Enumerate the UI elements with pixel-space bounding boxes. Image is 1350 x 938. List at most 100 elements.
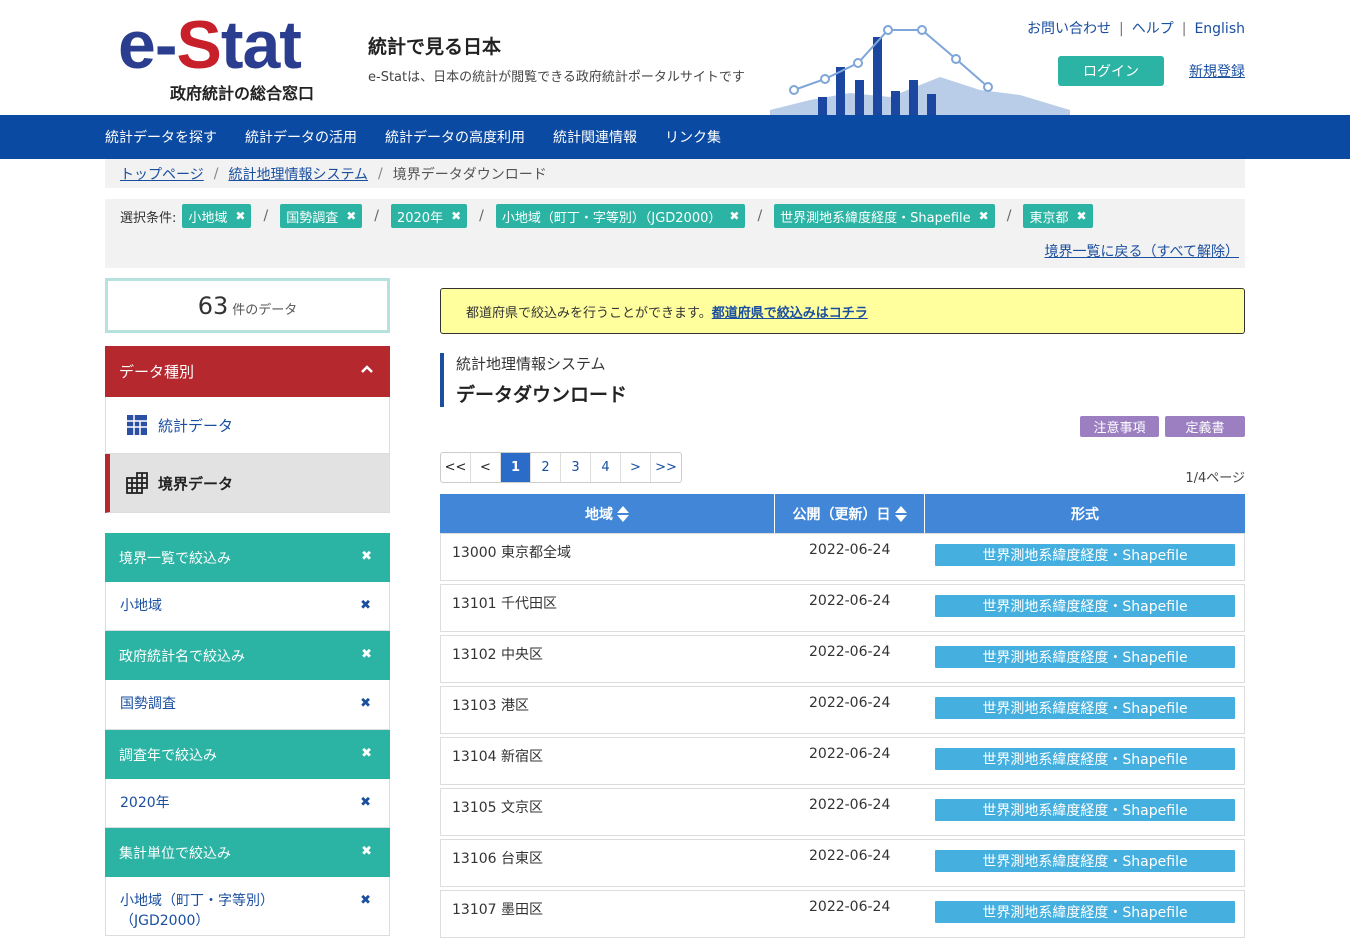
breadcrumb: トップページ / 統計地理情報システム / 境界データダウンロード bbox=[105, 159, 1245, 188]
data-type-header[interactable]: データ種別 bbox=[105, 346, 390, 397]
data-type-statistics[interactable]: 統計データ bbox=[105, 397, 390, 454]
nav-advanced-usage[interactable]: 統計データの高度利用 bbox=[385, 127, 525, 147]
row-area: 13107 墨田区 bbox=[452, 902, 543, 918]
nav-links[interactable]: リンク集 bbox=[665, 127, 721, 147]
english-link[interactable]: English bbox=[1194, 21, 1245, 37]
site-title: 統計で見る日本 bbox=[368, 36, 502, 58]
page-last[interactable]: >> bbox=[651, 453, 681, 482]
logo-mark: e-Stat bbox=[118, 7, 302, 83]
remove-icon: ✖ bbox=[729, 209, 740, 223]
nav-data-usage[interactable]: 統計データの活用 bbox=[245, 127, 357, 147]
download-format-button[interactable]: 世界測地系緯度経度・Shapefile bbox=[935, 697, 1235, 719]
page-prev[interactable]: < bbox=[471, 453, 501, 482]
table-row: 13000 東京都全域 2022-06-24 世界測地系緯度経度・Shapefile bbox=[440, 533, 1245, 581]
utility-links: お問い合わせ | ヘルプ | English bbox=[1027, 21, 1245, 37]
count-unit: 件のデータ bbox=[232, 303, 298, 318]
row-area: 13000 東京都全域 bbox=[452, 545, 571, 561]
close-icon: ✖ bbox=[361, 647, 372, 662]
table-row: 13103 港区 2022-06-24 世界測地系緯度経度・Shapefile bbox=[440, 686, 1245, 734]
table-header: 地域 公開（更新）日 形式 bbox=[440, 494, 1245, 533]
filter-value[interactable]: 小地域（町丁・字等別）（JGD2000） ✖ bbox=[105, 877, 390, 936]
grid-icon bbox=[126, 472, 148, 494]
table-row: 13107 墨田区 2022-06-24 世界測地系緯度経度・Shapefile bbox=[440, 890, 1245, 938]
filter-header-unit[interactable]: 集計単位で絞込み ✖ bbox=[105, 828, 390, 877]
page-first[interactable]: << bbox=[441, 453, 471, 482]
page-1[interactable]: 1 bbox=[501, 453, 531, 482]
nav-related-info[interactable]: 統計関連情報 bbox=[553, 127, 637, 147]
selection-conditions: 選択条件: 小地域 ✖ / 国勢調査 ✖ / 2020年 ✖ / 小地域（町丁・字等別… bbox=[105, 199, 1245, 268]
close-icon: ✖ bbox=[360, 795, 371, 810]
condition-chip[interactable]: 東京都 ✖ bbox=[1023, 204, 1093, 228]
sort-icon bbox=[894, 505, 907, 523]
breadcrumb-gis[interactable]: 統計地理情報システム bbox=[228, 164, 368, 184]
system-label: 統計地理情報システム bbox=[456, 355, 606, 373]
remove-icon: ✖ bbox=[235, 209, 246, 223]
back-to-list-link[interactable]: 境界一覧に戻る（すべて解除） bbox=[1045, 241, 1239, 261]
page-heading: 統計地理情報システム データダウンロード bbox=[440, 353, 627, 407]
column-area[interactable]: 地域 bbox=[440, 494, 775, 533]
table-row: 13101 千代田区 2022-06-24 世界測地系緯度経度・Shapefile bbox=[440, 584, 1245, 632]
page-2[interactable]: 2 bbox=[531, 453, 561, 482]
row-date: 2022-06-24 bbox=[809, 746, 891, 762]
download-format-button[interactable]: 世界測地系緯度経度・Shapefile bbox=[935, 595, 1235, 617]
filter-value[interactable]: 国勢調査 ✖ bbox=[105, 680, 390, 730]
site-header: e-Stat 政府統計の総合窓口 統計で見る日本 e-Statは、日本の統計が閲… bbox=[0, 0, 1350, 115]
register-link[interactable]: 新規登録 bbox=[1189, 61, 1245, 81]
row-date: 2022-06-24 bbox=[809, 542, 891, 558]
row-area: 13101 千代田区 bbox=[452, 596, 557, 612]
column-date[interactable]: 公開（更新）日 bbox=[775, 494, 925, 533]
close-icon: ✖ bbox=[360, 696, 371, 711]
filter-header-survey[interactable]: 政府統計名で絞込み ✖ bbox=[105, 631, 390, 680]
row-date: 2022-06-24 bbox=[809, 797, 891, 813]
row-date: 2022-06-24 bbox=[809, 848, 891, 864]
condition-chip[interactable]: 2020年 ✖ bbox=[390, 204, 468, 228]
page-title: データダウンロード bbox=[456, 384, 628, 406]
row-area: 13105 文京区 bbox=[452, 800, 543, 816]
chevron-up-icon bbox=[361, 365, 373, 373]
page-3[interactable]: 3 bbox=[561, 453, 591, 482]
download-format-button[interactable]: 世界測地系緯度経度・Shapefile bbox=[935, 544, 1235, 566]
condition-chip[interactable]: 世界測地系緯度経度・Shapefile ✖ bbox=[774, 204, 995, 228]
close-icon: ✖ bbox=[361, 746, 372, 761]
close-icon: ✖ bbox=[361, 549, 372, 564]
row-area: 13103 港区 bbox=[452, 698, 529, 714]
filter-header-boundary[interactable]: 境界一覧で絞込み ✖ bbox=[105, 533, 390, 582]
prefecture-filter-notice: 都道府県で絞込みを行うことができます。 都道府県で絞込みはコチラ bbox=[440, 288, 1245, 334]
download-format-button[interactable]: 世界測地系緯度経度・Shapefile bbox=[935, 646, 1235, 668]
download-format-button[interactable]: 世界測地系緯度経度・Shapefile bbox=[935, 799, 1235, 821]
sort-icon bbox=[617, 505, 629, 523]
filter-header-year[interactable]: 調査年で絞込み ✖ bbox=[105, 730, 390, 779]
contact-link[interactable]: お問い合わせ bbox=[1027, 21, 1111, 37]
table-row: 13106 台東区 2022-06-24 世界測地系緯度経度・Shapefile bbox=[440, 839, 1245, 887]
page-4[interactable]: 4 bbox=[591, 453, 621, 482]
condition-chip[interactable]: 小地域（町丁・字等別）（JGD2000） ✖ bbox=[495, 204, 746, 228]
help-link[interactable]: ヘルプ bbox=[1132, 21, 1174, 37]
condition-chip[interactable]: 小地域 ✖ bbox=[182, 204, 252, 228]
download-format-button[interactable]: 世界測地系緯度経度・Shapefile bbox=[935, 850, 1235, 872]
nav-find-data[interactable]: 統計データを探す bbox=[105, 127, 217, 147]
table-row: 13102 中央区 2022-06-24 世界測地系緯度経度・Shapefile bbox=[440, 635, 1245, 683]
row-area: 13102 中央区 bbox=[452, 647, 543, 663]
breadcrumb-current: 境界データダウンロード bbox=[392, 166, 547, 183]
prefecture-filter-link[interactable]: 都道府県で絞込みはコチラ bbox=[712, 302, 868, 321]
row-date: 2022-06-24 bbox=[809, 593, 891, 609]
row-date: 2022-06-24 bbox=[809, 644, 891, 660]
data-type-boundary[interactable]: 境界データ bbox=[105, 454, 390, 513]
row-area: 13104 新宿区 bbox=[452, 749, 543, 765]
site-description: e-Statは、日本の統計が閲覧できる政府統計ポータルサイトです bbox=[368, 70, 745, 85]
download-format-button[interactable]: 世界測地系緯度経度・Shapefile bbox=[935, 901, 1235, 923]
breadcrumb-top[interactable]: トップページ bbox=[120, 164, 204, 184]
close-icon: ✖ bbox=[361, 844, 372, 859]
remove-icon: ✖ bbox=[451, 209, 462, 223]
download-format-button[interactable]: 世界測地系緯度経度・Shapefile bbox=[935, 748, 1235, 770]
definition-button[interactable]: 定義書 bbox=[1165, 416, 1245, 437]
login-button[interactable]: ログイン bbox=[1058, 56, 1164, 86]
condition-chip[interactable]: 国勢調査 ✖ bbox=[280, 204, 363, 228]
hero-chart-illustration bbox=[770, 25, 1070, 115]
estat-logo[interactable]: e-Stat 政府統計の総合窓口 bbox=[118, 8, 328, 103]
notes-button[interactable]: 注意事項 bbox=[1080, 416, 1159, 437]
filter-value[interactable]: 小地域 ✖ bbox=[105, 582, 390, 631]
filter-value[interactable]: 2020年 ✖ bbox=[105, 779, 390, 828]
table-icon bbox=[127, 415, 147, 435]
page-next[interactable]: > bbox=[621, 453, 651, 482]
